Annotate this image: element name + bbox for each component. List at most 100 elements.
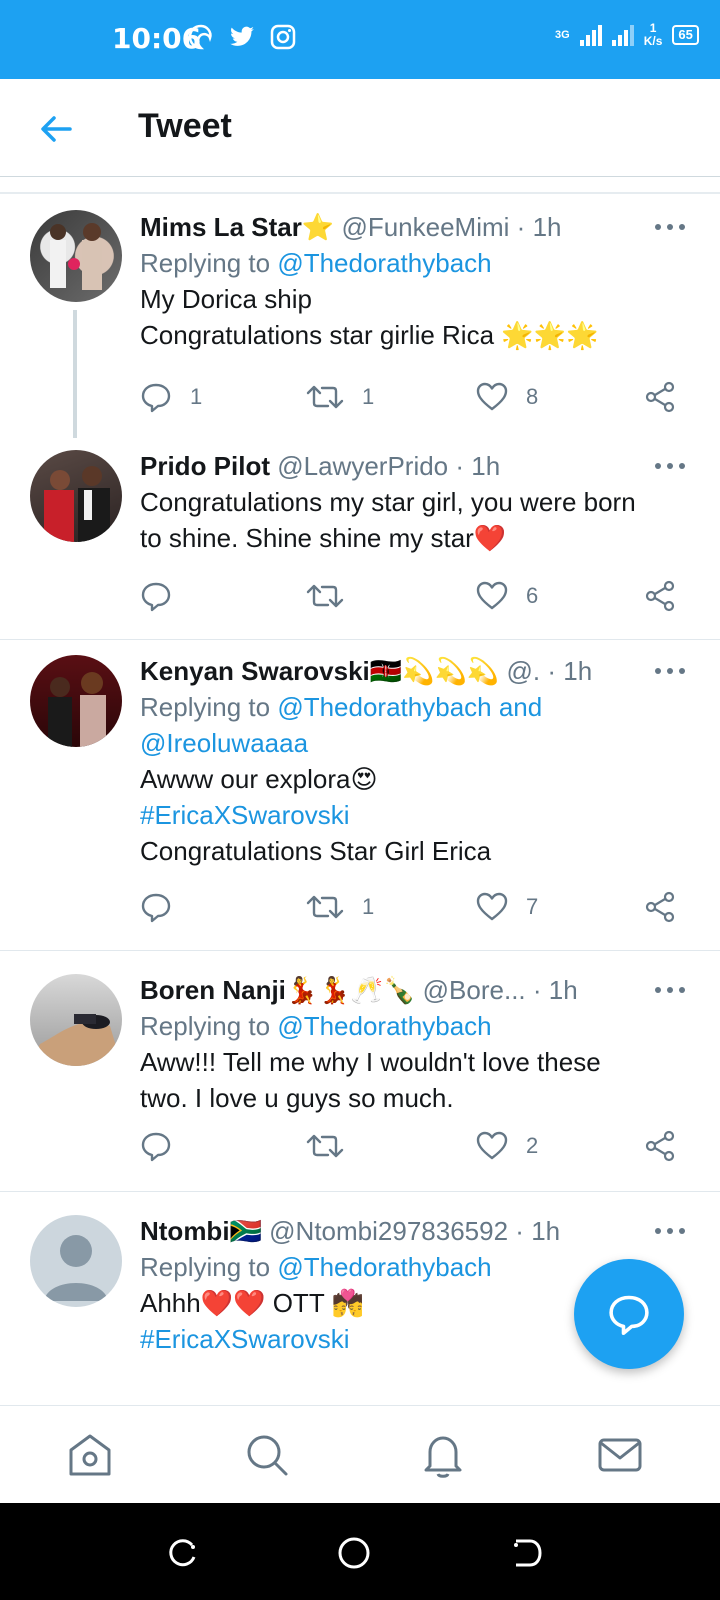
author-name[interactable]: Boren Nanji	[140, 975, 286, 1005]
retweet-count: 1	[362, 384, 375, 409]
tweet-item[interactable]: Mims La Star⭐ @FunkeeMimi · 1h Replying …	[0, 195, 720, 440]
back-arrow-icon[interactable]	[36, 109, 76, 149]
author-name[interactable]: Mims La Star	[140, 212, 302, 242]
tweet-feed[interactable]: Mims La Star⭐ @FunkeeMimi · 1h Replying …	[0, 195, 720, 1405]
network-speed: 1 K/s	[643, 21, 663, 48]
like-count: 2	[526, 1133, 539, 1158]
signal-strength-icon	[579, 24, 602, 46]
share-icon	[645, 580, 675, 612]
like-button[interactable]: 8	[476, 377, 538, 417]
tweet-time: 1h	[548, 975, 578, 1005]
avatar-image	[44, 466, 110, 542]
top-app-bar: Tweet	[0, 79, 720, 177]
mention-link[interactable]: @Thedorathybach	[277, 1252, 491, 1282]
author-handle: @FunkeeMimi	[341, 212, 510, 242]
more-options-icon[interactable]	[650, 456, 690, 476]
signal-strength-icon-2	[611, 24, 634, 46]
share-button[interactable]	[644, 576, 676, 616]
heart-icon	[476, 382, 508, 411]
messaging-app-icon	[188, 24, 212, 50]
home-circle-icon[interactable]	[334, 1533, 374, 1573]
bottom-navigation	[0, 1405, 720, 1503]
mention-link[interactable]: @Thedorathybach and	[277, 692, 542, 722]
more-options-icon[interactable]	[650, 1221, 690, 1241]
reply-icon	[141, 383, 171, 413]
reply-count: 1	[190, 384, 203, 409]
more-options-icon[interactable]	[650, 980, 690, 1000]
share-icon	[645, 891, 675, 923]
mention-link[interactable]: @Thedorathybach	[277, 248, 491, 278]
tweet-text: Awww our explora😍 #EricaXSwarovski Congr…	[140, 761, 690, 869]
like-button[interactable]: 6	[476, 576, 538, 616]
retweet-count: 1	[362, 894, 375, 919]
like-count: 7	[526, 894, 539, 919]
avatar[interactable]	[30, 655, 122, 747]
share-icon	[645, 381, 675, 413]
back-icon[interactable]	[506, 1533, 546, 1573]
heart-icon	[476, 892, 508, 921]
author-handle: @LawyerPrido	[277, 451, 449, 481]
more-options-icon[interactable]	[650, 661, 690, 681]
tweet-time: 1h	[532, 212, 562, 242]
hashtag-link[interactable]: #EricaXSwarovski	[140, 797, 690, 833]
heart-emoji: ❤️	[473, 523, 507, 553]
notifications-icon[interactable]	[418, 1430, 468, 1480]
status-bar: 10:06 3G 1 K/s 65	[0, 0, 720, 79]
heart-icon	[476, 1131, 508, 1160]
tweet-text: Aww!!! Tell me why I wouldn't love these…	[140, 1047, 601, 1113]
share-button[interactable]	[644, 1126, 676, 1166]
compose-reply-button[interactable]	[574, 1259, 684, 1369]
avatar-image	[30, 1014, 122, 1066]
avatar[interactable]	[30, 210, 122, 302]
author-name[interactable]: Prido Pilot	[140, 451, 270, 481]
mention-link[interactable]: @Ireoluwaaaa	[140, 728, 308, 758]
author-name[interactable]: Kenyan Swarovski	[140, 656, 370, 686]
retweet-button[interactable]: 1	[306, 887, 374, 927]
avatar[interactable]	[30, 1215, 122, 1307]
reply-bubble-icon	[609, 1295, 649, 1336]
retweet-button[interactable]	[306, 1126, 362, 1166]
like-button[interactable]: 2	[476, 1126, 538, 1166]
tweet-item[interactable]: Prido Pilot @LawyerPrido · 1h Congratula…	[0, 440, 720, 640]
instagram-icon	[270, 24, 296, 50]
name-emoji: 🇿🇦	[229, 1216, 262, 1246]
reply-button[interactable]: 1	[140, 377, 202, 417]
tweet-item[interactable]: Kenyan Swarovski🇰🇪💫💫💫 @. · 1h Replying t…	[0, 641, 720, 951]
replying-to: Replying to @Thedorathybach	[140, 248, 492, 278]
retweet-icon	[306, 385, 344, 409]
twitter-bird-icon	[230, 26, 254, 46]
messages-icon[interactable]	[595, 1430, 645, 1480]
heart-icon	[476, 581, 508, 610]
battery-indicator: 65	[672, 25, 699, 45]
reply-button[interactable]	[140, 887, 190, 927]
avatar-image	[48, 672, 106, 747]
reply-button[interactable]	[140, 576, 190, 616]
mention-link[interactable]: @Thedorathybach	[277, 1011, 491, 1041]
share-button[interactable]	[644, 887, 676, 927]
retweet-button[interactable]	[306, 576, 362, 616]
heart-eyes-emoji: 😍	[350, 764, 378, 794]
retweet-button[interactable]: 1	[306, 377, 374, 417]
search-icon[interactable]	[242, 1430, 292, 1480]
author-handle: @Bore...	[422, 975, 526, 1005]
recent-apps-icon[interactable]	[162, 1533, 202, 1573]
reply-button[interactable]	[140, 1126, 190, 1166]
reply-icon	[141, 1132, 171, 1162]
thread-line	[73, 310, 77, 438]
default-avatar-icon	[44, 1235, 108, 1301]
replying-to: Replying to @Thedorathybach	[140, 1011, 492, 1041]
retweet-icon	[306, 1134, 344, 1158]
author-name[interactable]: Ntombi	[140, 1216, 230, 1246]
more-options-icon[interactable]	[650, 217, 690, 237]
like-button[interactable]: 7	[476, 887, 538, 927]
name-emoji: ⭐	[301, 212, 335, 242]
home-icon[interactable]	[65, 1430, 115, 1480]
share-button[interactable]	[644, 377, 676, 417]
tweet-time: 1h	[471, 451, 501, 481]
avatar[interactable]	[30, 974, 122, 1066]
tweet-item[interactable]: Boren Nanji💃💃🥂🍾 @Bore... · 1h Replying t…	[0, 952, 720, 1192]
share-icon	[645, 1130, 675, 1162]
reply-icon	[141, 893, 171, 923]
avatar[interactable]	[30, 450, 122, 542]
system-navigation-bar	[0, 1503, 720, 1600]
